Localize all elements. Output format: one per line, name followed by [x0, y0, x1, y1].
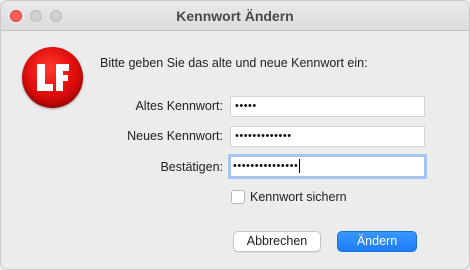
- save-password-label[interactable]: Kennwort sichern: [250, 190, 347, 204]
- confirm-password-label: Bestätigen:: [160, 160, 223, 174]
- lf-logo-icon: [22, 47, 83, 108]
- new-password-value: •••••••••••••: [235, 130, 292, 142]
- new-password-field[interactable]: •••••••••••••: [230, 126, 425, 147]
- change-button[interactable]: Ändern: [337, 231, 417, 252]
- confirm-password-value: •••••••••••••••: [233, 160, 299, 172]
- confirm-password-field[interactable]: •••••••••••••••: [228, 154, 427, 179]
- dialog-window: Kennwort Ändern Bitte geben Sie das alte…: [0, 0, 470, 270]
- instruction-text: Bitte geben Sie das alte und neue Kennwo…: [100, 56, 368, 70]
- window-title: Kennwort Ändern: [176, 8, 294, 24]
- old-password-value: •••••: [235, 100, 257, 112]
- new-password-label: Neues Kennwort:: [127, 129, 223, 143]
- save-password-checkbox[interactable]: [231, 190, 245, 204]
- old-password-field[interactable]: •••••: [230, 96, 425, 117]
- cancel-button[interactable]: Abbrechen: [233, 231, 321, 252]
- text-caret: [299, 159, 301, 174]
- title-bar: Kennwort Ändern: [1, 1, 469, 31]
- old-password-label: Altes Kennwort:: [135, 99, 223, 113]
